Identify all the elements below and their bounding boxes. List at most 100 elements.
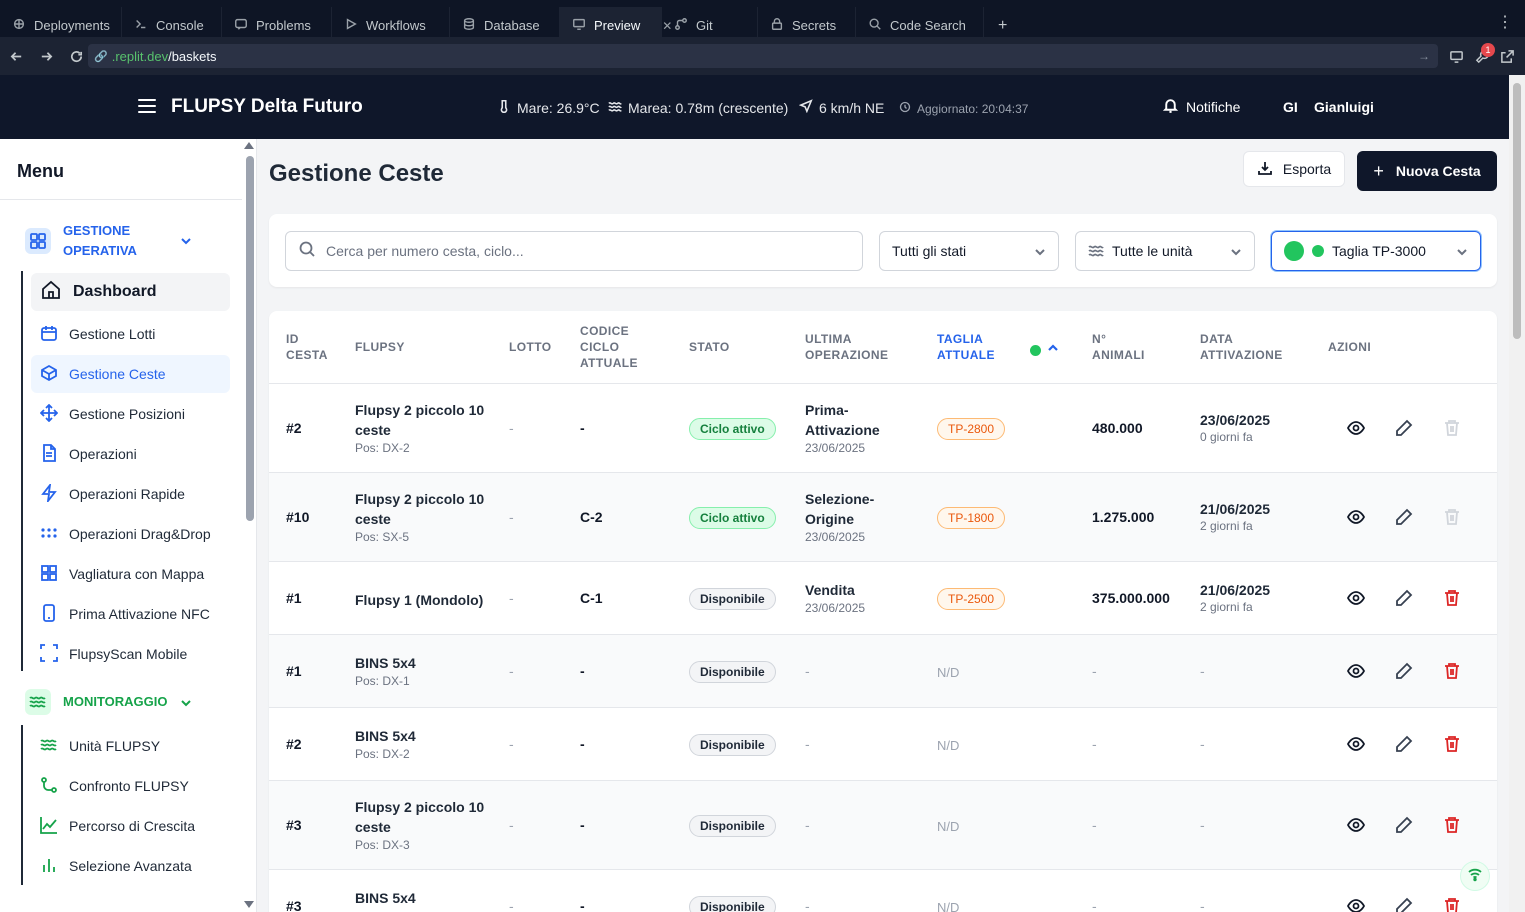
sidebar-item-unita-flupsy[interactable]: Unità FLUPSY	[31, 727, 230, 765]
forward-icon[interactable]	[32, 42, 60, 70]
cell-codice: -	[580, 663, 585, 679]
trash-icon[interactable]	[1443, 735, 1461, 753]
user-name[interactable]: Gianluigi	[1314, 99, 1374, 115]
search-input[interactable]	[326, 243, 826, 259]
table-row[interactable]: #3 BINS 5x4 - - Disponibile - N/D - -	[269, 870, 1497, 912]
pencil-icon[interactable]	[1395, 508, 1413, 526]
size-select[interactable]: Taglia TP-3000	[1271, 231, 1481, 271]
table-row[interactable]: #1 Flupsy 1 (Mondolo) - C-1 Disponibile …	[269, 562, 1497, 635]
more-icon[interactable]: ⋮	[1497, 12, 1513, 32]
sidebar-item-flupsyscan[interactable]: FlupsyScan Mobile	[31, 635, 230, 673]
th-lotto[interactable]: LOTTO	[509, 339, 551, 355]
notifications-button[interactable]: Notifiche	[1162, 97, 1240, 117]
sort-indicator[interactable]	[1030, 341, 1059, 359]
th-flupsy[interactable]: FLUPSY	[355, 339, 405, 355]
cell-taglia: N/D	[937, 737, 959, 753]
sidebar-item-selezione[interactable]: Selezione Avanzata	[31, 847, 230, 885]
back-icon[interactable]	[2, 42, 30, 70]
new-basket-button[interactable]: + Nuova Cesta	[1357, 151, 1497, 191]
chevron-down-icon[interactable]	[180, 234, 192, 246]
trash-icon[interactable]	[1443, 662, 1461, 680]
link-icon: 🔗	[94, 50, 108, 63]
sidebar-item-label: Dashboard	[73, 283, 157, 300]
trash-icon[interactable]	[1443, 897, 1461, 912]
trash-icon[interactable]	[1443, 816, 1461, 834]
search-box[interactable]	[285, 231, 863, 271]
eye-icon[interactable]	[1346, 816, 1366, 834]
table-row[interactable]: #2 Flupsy 2 piccolo 10 ceste Pos: DX-2 - …	[269, 384, 1497, 473]
sidebar-item-gestione-posizioni[interactable]: Gestione Posizioni	[31, 395, 230, 433]
th-line: ATTUALE	[937, 348, 995, 362]
devtools-icon[interactable]	[1446, 46, 1466, 66]
sidebar-item-percorso[interactable]: Percorso di Crescita	[31, 807, 230, 845]
size-nd: N/D	[937, 900, 960, 912]
sidebar-item-operazioni-rapide[interactable]: Operazioni Rapide	[31, 475, 230, 513]
page-scrollbar[interactable]	[1509, 75, 1525, 912]
sidebar-item-operazioni-drag-drop[interactable]: Operazioni Drag&Drop	[31, 515, 230, 553]
pencil-icon[interactable]	[1395, 897, 1413, 912]
state-select[interactable]: Tutti gli stati	[879, 231, 1059, 271]
th-data[interactable]: DATA ATTIVAZIONE	[1200, 331, 1283, 363]
wifi-status-button[interactable]	[1460, 861, 1490, 891]
size-select-value: Taglia TP-3000	[1332, 243, 1426, 259]
pencil-icon[interactable]	[1395, 589, 1413, 607]
export-button[interactable]: Esporta	[1243, 151, 1345, 187]
eye-icon[interactable]	[1346, 735, 1366, 753]
scroll-up-icon[interactable]	[244, 142, 254, 149]
pencil-icon[interactable]	[1395, 735, 1413, 753]
sidebar-item-operazioni[interactable]: Operazioni	[31, 435, 230, 473]
th-line: DATA	[1200, 332, 1234, 346]
sidebar-item-gestione-ceste[interactable]: Gestione Ceste	[31, 355, 230, 393]
sidebar-item-prima-attivazione[interactable]: Prima Attivazione NFC	[31, 595, 230, 633]
scroll-thumb[interactable]	[246, 156, 254, 521]
eye-icon[interactable]	[1346, 589, 1366, 607]
eye-icon[interactable]	[1346, 508, 1366, 526]
status-dot	[1284, 241, 1304, 261]
download-icon	[1257, 160, 1273, 179]
sidebar-item-label: Confronto FLUPSY	[69, 778, 189, 794]
scroll-thumb[interactable]	[1513, 83, 1521, 339]
sidebar-scrollbar[interactable]	[243, 139, 256, 912]
sidebar-item-vagliatura[interactable]: Vagliatura con Mappa	[31, 555, 230, 593]
cell-stato: Disponibile	[689, 588, 776, 610]
th-id[interactable]: ID CESTA	[286, 331, 328, 363]
url-field[interactable]: 🔗 .replit.dev /baskets →	[88, 44, 1438, 68]
trash-icon[interactable]	[1443, 589, 1461, 607]
table-row[interactable]: #10 Flupsy 2 piccolo 10 ceste Pos: SX-5 -…	[269, 473, 1497, 562]
pencil-icon[interactable]	[1395, 816, 1413, 834]
cell-flupsy: Flupsy 1 (Mondolo)	[355, 590, 515, 610]
table-row[interactable]: #3 Flupsy 2 piccolo 10 ceste Pos: DX-3 - …	[269, 781, 1497, 870]
op-date: 23/06/2025	[805, 601, 866, 615]
th-line: ANIMALI	[1092, 348, 1145, 362]
table-row[interactable]: #1 BINS 5x4 Pos: DX-1 - - Disponibile - N…	[269, 635, 1497, 708]
pencil-icon[interactable]	[1395, 419, 1413, 437]
th-ultima[interactable]: ULTIMA OPERAZIONE	[805, 331, 888, 363]
sidebar-item-confronto[interactable]: Confronto FLUPSY	[31, 767, 230, 805]
chevron-down-icon[interactable]	[180, 696, 192, 708]
eye-icon[interactable]	[1346, 662, 1366, 680]
reload-icon[interactable]	[62, 42, 90, 70]
sidebar-item-gestione-lotti[interactable]: Gestione Lotti	[31, 315, 230, 353]
th-codice[interactable]: CODICE CICLO ATTUALE	[580, 323, 638, 371]
th-taglia[interactable]: TAGLIA ATTUALE	[937, 331, 995, 363]
open-external-icon[interactable]	[1497, 46, 1517, 66]
group-monitoraggio[interactable]: MONITORAGGIO	[25, 689, 167, 715]
th-animali[interactable]: N° ANIMALI	[1092, 331, 1145, 363]
eye-icon[interactable]	[1346, 419, 1366, 437]
hamburger-icon[interactable]	[138, 99, 156, 113]
pencil-icon[interactable]	[1395, 662, 1413, 680]
flupsy-name: Flupsy 2 piccolo 10 ceste	[355, 402, 485, 438]
cell-stato: Ciclo attivo	[689, 507, 776, 529]
group-gestione-operativa[interactable]: GESTIONE OPERATIVA	[25, 221, 137, 261]
search-icon	[298, 240, 316, 263]
sidebar-item-dashboard[interactable]: Dashboard	[31, 273, 230, 311]
go-arrow-icon[interactable]: →	[1418, 49, 1430, 63]
cell-lotto: -	[509, 663, 514, 679]
unit-select[interactable]: Tutte le unità	[1075, 231, 1255, 271]
scroll-down-icon[interactable]	[244, 901, 254, 908]
sidebar-item-label: Percorso di Crescita	[69, 818, 196, 834]
eye-icon[interactable]	[1346, 897, 1366, 912]
table-row[interactable]: #2 BINS 5x4 Pos: DX-2 - - Disponibile - N…	[269, 708, 1497, 781]
avatar[interactable]: GI	[1283, 99, 1298, 115]
th-stato[interactable]: STATO	[689, 339, 730, 355]
